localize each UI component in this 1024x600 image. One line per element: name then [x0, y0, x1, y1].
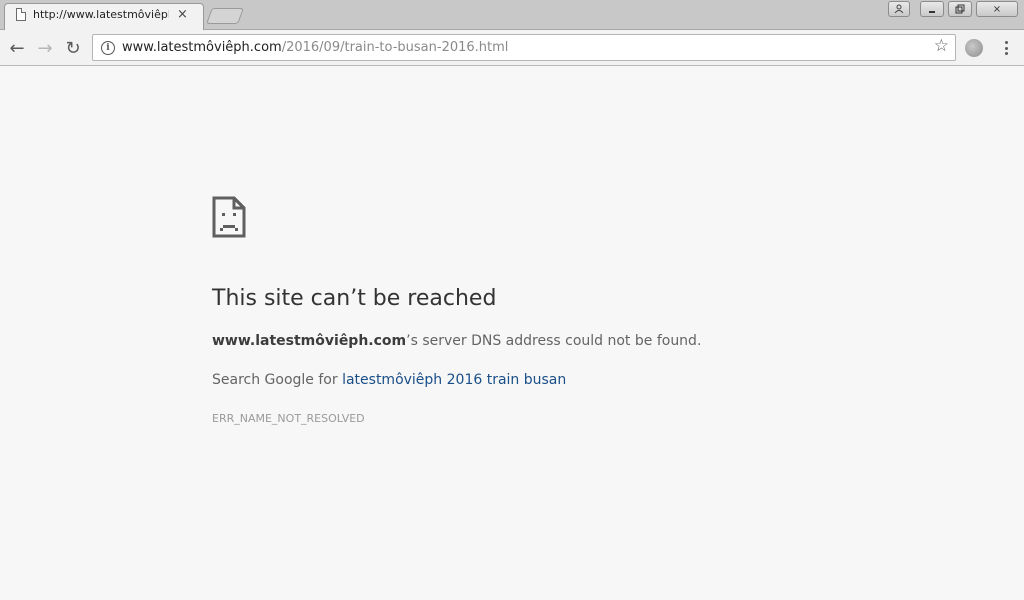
- error-description: www.latestmôviêph.com’s server DNS addre…: [212, 333, 701, 349]
- menu-icon[interactable]: [998, 38, 1014, 58]
- bookmark-star-icon[interactable]: ☆: [934, 38, 949, 55]
- extension-icon[interactable]: [965, 39, 983, 57]
- search-suggestion: Search Google for latestmôviêph 2016 tra…: [212, 372, 566, 388]
- window-controls: ×: [888, 1, 1018, 17]
- address-bar[interactable]: i www.latestmôviêph.com/2016/09/train-to…: [92, 34, 956, 61]
- user-icon[interactable]: [888, 1, 910, 17]
- error-code: ERR_NAME_NOT_RESOLVED: [212, 412, 365, 425]
- search-prefix: Search Google for: [212, 372, 343, 388]
- minimize-button[interactable]: [920, 1, 944, 17]
- browser-toolbar: ← → ↻ i www.latestmôviêph.com/2016/09/tr…: [0, 30, 1024, 66]
- error-icon-wrap: [212, 196, 812, 238]
- new-tab-button[interactable]: [206, 8, 244, 24]
- page-icon: [16, 7, 26, 21]
- error-message: ’s server DNS address could not be found…: [406, 333, 702, 349]
- tab-content[interactable]: http://www.latestmôviêph.com/2016/09/tra…: [16, 4, 200, 24]
- search-google-link[interactable]: latestmôviêph 2016 train busan: [342, 372, 566, 388]
- reload-button[interactable]: ↻: [62, 37, 84, 59]
- forward-button[interactable]: →: [34, 37, 56, 59]
- back-button[interactable]: ←: [6, 37, 28, 59]
- url-text[interactable]: www.latestmôviêph.com/2016/09/train-to-b…: [122, 40, 508, 55]
- restore-button[interactable]: [948, 1, 972, 17]
- site-info-icon[interactable]: i: [101, 40, 115, 55]
- close-window-button[interactable]: ×: [976, 1, 1018, 17]
- tab-title[interactable]: http://www.latestmôviêph.com/2016/09/tra…: [33, 8, 169, 21]
- title-bar: http://www.latestmôviêph.com/2016/09/tra…: [0, 0, 1024, 30]
- error-headline: This site can’t be reached: [212, 286, 497, 311]
- url-domain: www.latestmôviêph.com: [122, 40, 282, 55]
- url-path: /2016/09/train-to-busan-2016.html: [281, 40, 509, 55]
- sad-document-icon: [212, 196, 246, 238]
- tab-close-icon[interactable]: ×: [177, 8, 188, 21]
- error-domain: www.latestmôviêph.com: [212, 333, 407, 349]
